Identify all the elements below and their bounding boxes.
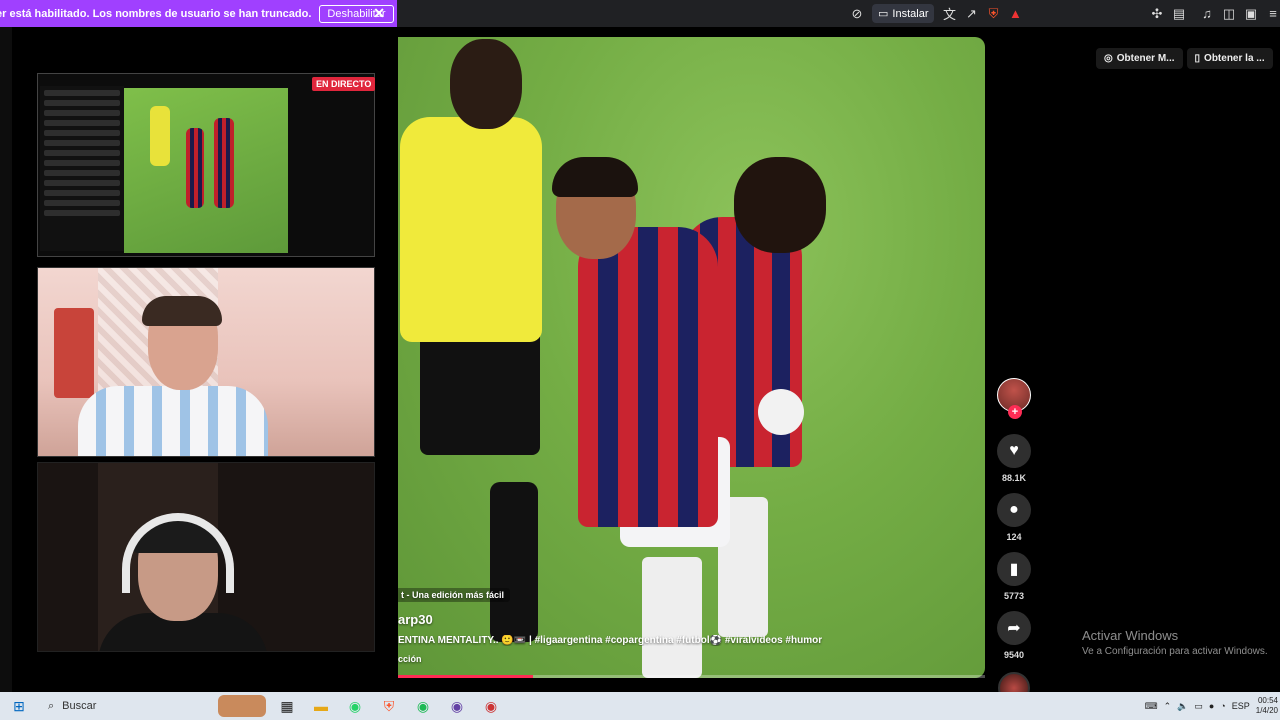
task-view-icon[interactable]: ▦ [274, 695, 300, 717]
referee-leg [490, 482, 538, 642]
screen: er está habilitado. Los nombres de usuar… [0, 0, 1280, 720]
share-icon[interactable]: ↗ [960, 3, 982, 25]
reader-off-icon[interactable]: ⊘ [846, 3, 868, 25]
activation-watermark: Activar Windows Ve a Configuración para … [1082, 628, 1268, 657]
mini-player [214, 118, 234, 208]
sidebar-icon[interactable]: ▤ [1168, 3, 1190, 25]
phone-icon: ▯ [1194, 53, 1201, 64]
webcam-2 [37, 462, 375, 652]
person-hair [142, 296, 222, 326]
widget-icon[interactable] [218, 695, 266, 717]
comment-icon[interactable]: ● [997, 493, 1031, 527]
video-player[interactable] [398, 37, 985, 678]
comment-count: 124 [1006, 532, 1022, 542]
activation-subtitle: Ve a Configuración para activar Windows. [1082, 646, 1268, 657]
referee-shirt [400, 117, 542, 342]
pc-icon: ◎ [1104, 53, 1113, 64]
progress-fill [398, 675, 533, 678]
get-app-label-2: Obtener la ... [1204, 53, 1265, 64]
edit-hint[interactable]: t - Una edición más fácil [395, 588, 511, 602]
get-app-label-1: Obtener M... [1116, 53, 1175, 64]
close-icon[interactable]: ✕ [373, 5, 385, 22]
taskbar-search[interactable]: ⌕ Buscar [48, 695, 188, 717]
video-progress[interactable] [398, 675, 985, 678]
wifi-icon[interactable]: ◔ [1220, 701, 1225, 711]
infobar-message: er está habilitado. Los nombres de usuar… [0, 7, 312, 20]
music-icon[interactable]: ♫ [1196, 3, 1218, 25]
save-count: 5773 [1003, 591, 1025, 601]
clock-date: 1/4/20 [1255, 706, 1278, 715]
heart-icon[interactable]: ♥ [997, 434, 1031, 468]
get-app-button-2[interactable]: ▯ Obtener la ... [1186, 48, 1273, 69]
video-username[interactable]: arp30 [398, 612, 433, 627]
player-2-head [734, 157, 826, 253]
person-shirt [78, 386, 268, 456]
search-icon: ⌕ [48, 699, 55, 712]
creator-avatar[interactable]: + [997, 378, 1031, 419]
player-1 [578, 227, 718, 527]
search-label: Buscar [62, 700, 97, 712]
action-bar: + ♥ 88.1K ● 124 ▮ 5773 ➦ 9540 [996, 378, 1032, 704]
share-icon[interactable]: ➦ [997, 611, 1031, 645]
brave-shield-icon[interactable]: ⛨ [982, 3, 1004, 25]
menu-icon[interactable]: ≡ [1262, 3, 1280, 25]
infobar: er está habilitado. Los nombres de usuar… [0, 0, 397, 27]
mini-referee [150, 106, 170, 166]
install-label: Instalar [892, 7, 929, 20]
browser-toolbar: er está habilitado. Los nombres de usuar… [0, 0, 1280, 27]
spotify-icon[interactable]: ◉ [410, 695, 436, 717]
translate-icon[interactable]: 文 [938, 3, 960, 25]
left-strip [0, 27, 12, 692]
toolbar-actions: ⊘ ▭ Instalar 文 ↗ ⛨ ▲ [846, 0, 1026, 27]
get-app-button-1[interactable]: ◎ Obtener M... [1096, 48, 1183, 69]
monitor-icon: ▭ [878, 8, 889, 20]
system-tray: ⌨ ⌃ 🔈 ▭ ● ◔ ESP 00:54 1/4/20 [1145, 692, 1280, 720]
wallet-icon[interactable]: ▣ [1240, 3, 1262, 25]
mini-player [186, 128, 204, 208]
toolbar-right: ✣ ▤ ♫ ◫ ▣ ≡ [1146, 0, 1280, 27]
language-indicator[interactable]: ESP [1232, 701, 1250, 711]
battery-icon[interactable]: ▭ [1194, 701, 1203, 712]
ball [758, 389, 804, 435]
video-description: ENTINA MENTALITY.. 🙂📼 | #ligaargentina #… [398, 635, 823, 646]
taskbar: ⊞ ⌕ Buscar ▦ ▬ ◉ ⛨ ◉ ◉ ◉ ⌨ ⌃ 🔈 ▭ ● ◔ ESP … [0, 692, 1280, 720]
file-explorer-icon[interactable]: ▬ [308, 695, 334, 717]
obs-icon[interactable]: ◉ [444, 695, 470, 717]
background-object [54, 308, 94, 398]
mic-icon[interactable]: ● [1209, 701, 1214, 711]
like-count: 88.1K [1001, 473, 1027, 483]
keyboard-icon[interactable]: ⌨ [1145, 701, 1158, 712]
activation-title: Activar Windows [1082, 628, 1179, 643]
windows-start-icon[interactable]: ⊞ [6, 695, 32, 717]
whatsapp-icon[interactable]: ◉ [342, 695, 368, 717]
video-music[interactable]: cción [398, 654, 422, 664]
brave-icon[interactable]: ⛨ [376, 695, 402, 717]
referee-head [450, 39, 522, 129]
split-view-icon[interactable]: ◫ [1218, 3, 1240, 25]
install-button[interactable]: ▭ Instalar [872, 4, 935, 23]
bookmark-icon[interactable]: ▮ [997, 552, 1031, 586]
screen-capture-frame [37, 73, 375, 257]
live-badge: EN DIRECTO [312, 77, 376, 91]
volume-icon[interactable]: 🔈 [1177, 701, 1188, 712]
brave-rewards-icon[interactable]: ▲ [1004, 3, 1026, 25]
extensions-icon[interactable]: ✣ [1146, 3, 1168, 25]
player-1-socks [642, 557, 702, 678]
player-1-hair [552, 157, 638, 197]
clock-time: 00:54 [1257, 696, 1278, 705]
clock[interactable]: 00:54 1/4/20 [1256, 696, 1280, 716]
app-icon[interactable]: ◉ [478, 695, 504, 717]
share-count: 9540 [1003, 650, 1025, 660]
mini-video [124, 88, 288, 253]
webcam-1 [37, 267, 375, 457]
mini-sidebar [40, 86, 124, 251]
chevron-up-icon[interactable]: ⌃ [1164, 701, 1172, 712]
get-app-buttons: ◎ Obtener M... ▯ Obtener la ... [1096, 48, 1273, 69]
follow-plus-icon[interactable]: + [1008, 405, 1022, 419]
